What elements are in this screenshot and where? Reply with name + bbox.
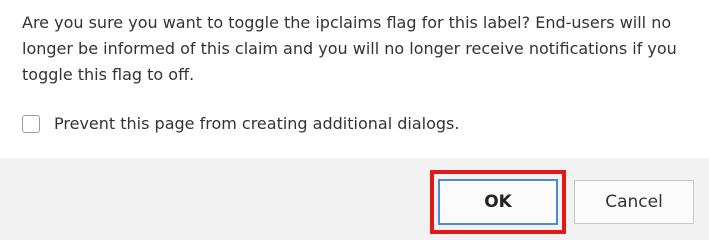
prevent-dialogs-option[interactable]: Prevent this page from creating addition… <box>22 111 459 137</box>
dialog-body: Are you sure you want to toggle the ipcl… <box>0 0 709 158</box>
ok-button[interactable]: OK <box>438 179 558 225</box>
prevent-dialogs-checkbox[interactable] <box>22 115 40 133</box>
confirm-dialog: Are you sure you want to toggle the ipcl… <box>0 0 709 240</box>
dialog-message: Are you sure you want to toggle the ipcl… <box>22 13 677 84</box>
prevent-dialogs-label: Prevent this page from creating addition… <box>54 114 460 133</box>
cancel-button[interactable]: Cancel <box>574 180 694 224</box>
